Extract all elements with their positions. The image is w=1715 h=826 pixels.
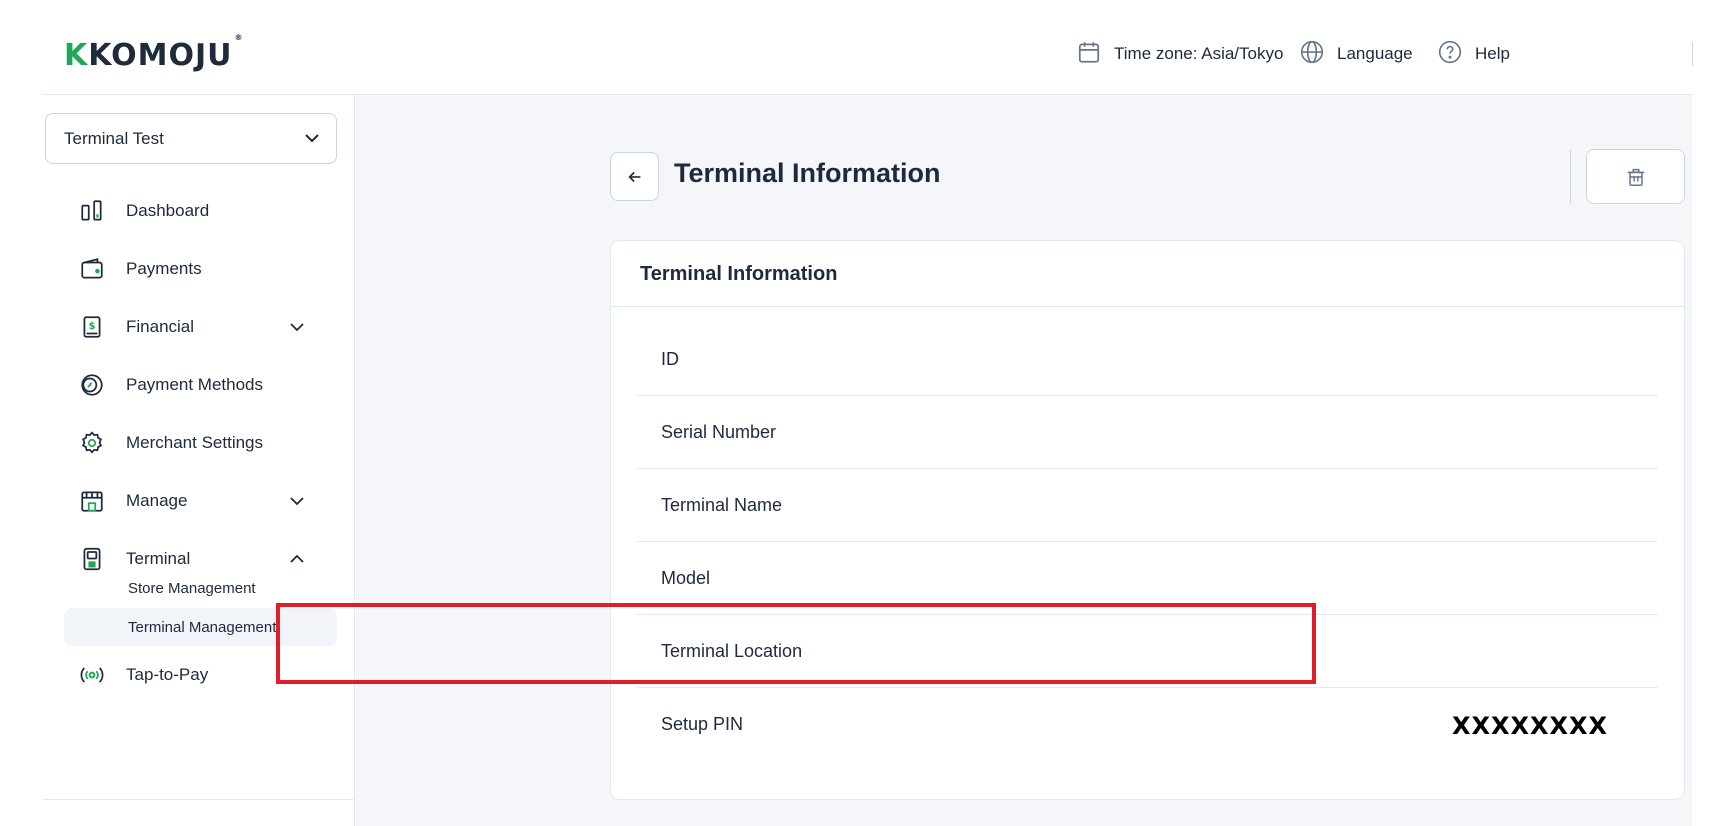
- store-select[interactable]: Terminal Test: [45, 113, 337, 164]
- chevron-up-icon: [290, 554, 304, 563]
- info-row-terminal-name: Terminal Name: [637, 469, 1658, 542]
- info-row-label: Setup PIN: [661, 714, 744, 734]
- info-row-label: Terminal Location: [661, 641, 803, 661]
- back-button[interactable]: [610, 152, 659, 201]
- globe-icon: [1299, 39, 1325, 70]
- trash-icon: [1627, 168, 1644, 186]
- info-row-label: Model: [661, 568, 711, 588]
- timezone-label: Time zone: Asia/Tokyo: [1114, 44, 1284, 63]
- terminal-info-card: Terminal Information ID Serial Number Te…: [610, 240, 1685, 800]
- main-content: Terminal Information Terminal Informatio…: [356, 95, 1692, 826]
- chevron-down-icon: [305, 134, 319, 143]
- sidebar-item-label: Dashboard: [126, 201, 210, 220]
- arrow-left-icon: [627, 171, 640, 182]
- info-row-id: ID: [637, 323, 1658, 396]
- nfc-icon: [78, 661, 106, 689]
- delete-button[interactable]: [1586, 149, 1685, 204]
- logo-mark: K: [64, 38, 89, 73]
- money-doc-icon: $: [78, 313, 106, 341]
- svg-text:$: $: [89, 321, 96, 332]
- sidebar-item-label: Terminal: [126, 549, 191, 568]
- coin-icon: [78, 371, 106, 399]
- sidebar-item-label: Merchant Settings: [126, 433, 264, 452]
- info-row-label: Serial Number: [661, 422, 777, 442]
- dashboard-icon: [78, 197, 106, 225]
- sidebar-subitem-store-management[interactable]: Store Management: [64, 569, 337, 607]
- sidebar-item-label: Payment Methods: [126, 375, 264, 394]
- card-title: Terminal Information: [640, 263, 838, 285]
- calendar-icon: [1076, 39, 1102, 70]
- sidebar-item-merchant-settings[interactable]: Merchant Settings: [62, 423, 337, 463]
- info-row-label: ID: [661, 349, 679, 369]
- wallet-icon: [78, 255, 106, 283]
- timezone-selector[interactable]: Time zone: Asia/Tokyo: [1076, 38, 1283, 70]
- logo-registered-mark: ®: [234, 33, 244, 42]
- info-row-terminal-location: Terminal Location: [637, 615, 1658, 688]
- setup-pin-value: XXXXXXXX: [1451, 712, 1608, 740]
- language-label: Language: [1337, 44, 1413, 63]
- sidebar-item-dashboard[interactable]: Dashboard: [62, 191, 337, 231]
- help-circle-icon: [1437, 39, 1463, 70]
- help-label: Help: [1475, 44, 1510, 63]
- chevron-down-icon: [290, 323, 304, 332]
- sidebar-item-payments[interactable]: Payments: [62, 249, 337, 289]
- sidebar-subitem-terminal-management[interactable]: Terminal Management: [64, 608, 337, 646]
- info-row-setup-pin: Setup PIN XXXXXXXX: [637, 688, 1658, 761]
- toolbar-divider: [1570, 150, 1571, 204]
- sidebar-item-financial[interactable]: $ Financial: [62, 307, 337, 347]
- store-select-value: Terminal Test: [64, 128, 164, 148]
- sidebar: Terminal Test Dashboard Payments $ Finan…: [42, 95, 355, 826]
- sidebar-subitem-label: Store Management: [128, 579, 256, 597]
- sidebar-item-manage[interactable]: Manage: [62, 481, 337, 521]
- sidebar-item-label: Manage: [126, 491, 188, 510]
- logo-text: KOMOJU: [88, 38, 233, 73]
- info-row-serial-number: Serial Number: [637, 396, 1658, 469]
- top-header: KKOMOJU® Time zone: Asia/Tokyo Language …: [42, 0, 1692, 95]
- komoju-logo[interactable]: KKOMOJU®: [64, 33, 243, 73]
- page: KKOMOJU® Time zone: Asia/Tokyo Language …: [0, 0, 1715, 826]
- sidebar-item-payment-methods[interactable]: Payment Methods: [62, 365, 337, 405]
- info-row-model: Model: [637, 542, 1658, 615]
- sidebar-divider: [42, 799, 355, 800]
- store-icon: [78, 487, 106, 515]
- sidebar-item-label: Tap-to-Pay: [126, 665, 209, 684]
- sidebar-subitem-label: Terminal Management: [128, 618, 277, 636]
- header-divider: [1692, 42, 1693, 66]
- sidebar-item-label: Payments: [126, 259, 202, 278]
- sidebar-item-tap-to-pay[interactable]: Tap-to-Pay: [62, 655, 337, 695]
- sidebar-item-label: Financial: [126, 317, 195, 336]
- gear-icon: [78, 429, 106, 457]
- info-row-label: Terminal Name: [661, 495, 783, 515]
- card-divider: [611, 306, 1684, 307]
- language-selector[interactable]: Language: [1299, 38, 1413, 70]
- page-title: Terminal Information: [674, 158, 941, 188]
- help-link[interactable]: Help: [1437, 38, 1510, 70]
- chevron-down-icon: [290, 497, 304, 506]
